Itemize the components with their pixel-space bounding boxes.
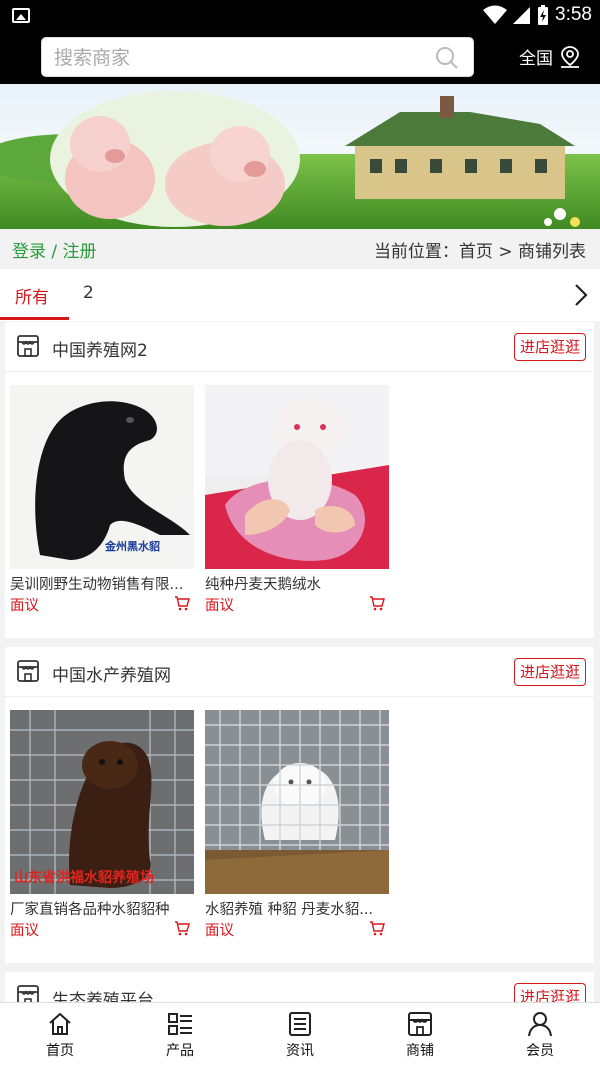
product-item[interactable]: 山东省洪福水貂养殖场 厂家直销各品种水貂貂种 面议: [10, 710, 194, 939]
nav-label: 产品: [166, 1043, 194, 1059]
search-icon[interactable]: [435, 46, 459, 70]
nav-label: 首页: [46, 1043, 74, 1059]
user-icon: [528, 1012, 552, 1037]
store-name[interactable]: 中国养殖网2: [52, 336, 148, 361]
nav-label: 商铺: [406, 1043, 434, 1059]
product-name[interactable]: 水貂养殖 种貂 丹麦水貂...: [205, 898, 389, 919]
region-selector[interactable]: 全国: [519, 44, 581, 69]
active-tab-indicator: [0, 317, 69, 320]
nav-item-home[interactable]: 首页: [0, 1003, 120, 1067]
breadcrumb: 当前位置：首页 > 商铺列表: [373, 241, 586, 262]
nav-label: 会员: [526, 1043, 554, 1059]
shop-icon: [17, 335, 39, 357]
product-price: 面议: [10, 923, 39, 939]
image-notification-icon: [12, 8, 30, 23]
store-card: 中国养殖网2 进店逛逛 金州黑水貂 吴训刚野生动物销售有限... 面议 纯种丹麦…: [5, 322, 594, 638]
shop-icon: [408, 1012, 432, 1036]
price-row: 面议: [10, 594, 194, 614]
enter-store-button[interactable]: 进店逛逛: [513, 658, 586, 686]
signal-icon: [513, 7, 531, 24]
product-price: 面议: [10, 598, 39, 614]
breadcrumb-bar: 登录 / 注册 当前位置：首页 > 商铺列表: [0, 229, 600, 269]
shop-icon: [17, 660, 39, 682]
clock: 3:58: [555, 4, 592, 25]
brown-mink-cage-photo[interactable]: 山东省洪福水貂养殖场: [10, 710, 194, 894]
battery-icon: [538, 5, 549, 25]
product-name[interactable]: 厂家直销各品种水貂貂种: [10, 898, 194, 919]
product-price: 面议: [205, 598, 234, 614]
bottom-nav: 首页 产品 资讯 商铺 会员: [0, 1002, 600, 1067]
black-mink-photo[interactable]: 金州黑水貂: [10, 385, 194, 569]
chevron-right-icon[interactable]: [574, 283, 588, 307]
price-row: 面议: [205, 919, 389, 939]
cart-icon[interactable]: [174, 595, 190, 611]
product-row: 金州黑水貂 吴训刚野生动物销售有限... 面议 纯种丹麦天鹅绒水 面议: [5, 372, 594, 632]
filter-tabs: 所有 2: [0, 269, 600, 321]
cart-icon[interactable]: [369, 595, 385, 611]
store-card: 中国水产养殖网 进店逛逛 山东省洪福水貂养殖场 厂家直销各品种水貂貂种 面议 水…: [5, 647, 594, 963]
store-name[interactable]: 中国水产养殖网: [52, 661, 171, 686]
tab-2[interactable]: 2: [83, 283, 94, 303]
wifi-icon: [483, 5, 508, 24]
product-item[interactable]: 纯种丹麦天鹅绒水 面议: [205, 385, 389, 614]
nav-item-news[interactable]: 资讯: [240, 1003, 360, 1067]
news-icon: [289, 1012, 311, 1036]
banner-image[interactable]: [0, 84, 600, 229]
product-name[interactable]: 纯种丹麦天鹅绒水: [205, 573, 389, 594]
search-input[interactable]: [54, 44, 414, 72]
status-bar: 3:58: [0, 0, 600, 32]
nav-item-member[interactable]: 会员: [480, 1003, 600, 1067]
search-header: 全国: [0, 32, 600, 84]
price-row: 面议: [205, 594, 389, 614]
price-row: 面议: [10, 919, 194, 939]
product-item[interactable]: 金州黑水貂 吴训刚野生动物销售有限... 面议: [10, 385, 194, 614]
nav-item-products[interactable]: 产品: [120, 1003, 240, 1067]
location-pin-icon: [561, 45, 579, 68]
search-box[interactable]: [41, 37, 474, 77]
cart-icon[interactable]: [369, 920, 385, 936]
home-icon: [49, 1012, 71, 1035]
nav-label: 资讯: [286, 1043, 314, 1059]
product-list-icon: [168, 1013, 192, 1035]
region-label: 全国: [519, 49, 553, 69]
white-ferret-photo[interactable]: [205, 385, 389, 569]
photo-watermark: 山东省洪福水貂养殖场: [14, 869, 154, 886]
tab-all[interactable]: 所有: [15, 283, 49, 308]
store-card-header: 中国水产养殖网 进店逛逛: [5, 647, 594, 697]
photo-watermark: 金州黑水貂: [104, 539, 160, 553]
nav-item-shops[interactable]: 商铺: [360, 1003, 480, 1067]
product-name[interactable]: 吴训刚野生动物销售有限...: [10, 573, 194, 594]
product-row: 山东省洪福水貂养殖场 厂家直销各品种水貂貂种 面议 水貂养殖 种貂 丹麦水貂..…: [5, 697, 594, 957]
enter-store-button[interactable]: 进店逛逛: [513, 333, 586, 361]
product-price: 面议: [205, 923, 234, 939]
product-item[interactable]: 水貂养殖 种貂 丹麦水貂... 面议: [205, 710, 389, 939]
store-card-header: 中国养殖网2 进店逛逛: [5, 322, 594, 372]
cart-icon[interactable]: [174, 920, 190, 936]
white-mink-cage-photo[interactable]: [205, 710, 389, 894]
login-register-link[interactable]: 登录 / 注册: [12, 237, 97, 262]
